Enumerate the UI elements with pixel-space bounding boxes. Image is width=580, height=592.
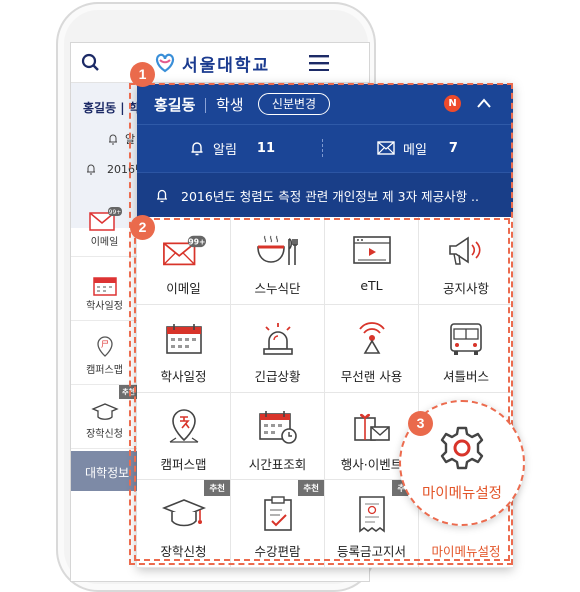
svg-text:99+: 99+ [108,209,121,216]
menu-item-label: 마이메뉴설정 [431,544,501,560]
mail-icon: 99+ [88,207,122,231]
list-item[interactable]: 尸 캠퍼스맵 [71,321,139,385]
menu-item-label: 장학신청 [160,544,207,560]
gear-icon [440,426,484,469]
map-pin-icon: 尸 [96,336,113,357]
notice-banner[interactable]: 2016년도 청렴도 측정 관련 개인정보 제 3자 제공사항 .. [137,172,513,217]
menu-item-label: 이메일 [166,281,201,296]
gift-mail-icon [353,413,390,441]
checklist-icon [263,496,292,532]
mail-button[interactable]: 메일 7 [377,136,458,160]
menu-item-tuition-bill[interactable]: 추천 등록금고지서 [325,480,419,568]
notice-text: 2016년도 청렴도 측정 관련 개인정보 제 3자 제공사항 .. [181,188,479,204]
mail-label: 메일 [403,142,427,158]
list-item[interactable]: 학사일정 [71,257,139,321]
list-item[interactable]: 추천 장학신청 [71,385,139,449]
chevron-up-icon[interactable] [476,96,492,110]
user-name-faded: 홍길동 | 학 [83,101,140,115]
zoom-callout-label: 마이메뉴설정 [421,485,503,502]
bus-icon [450,322,482,355]
recommend-tag: 추천 [119,385,138,399]
receipt-icon [358,496,385,533]
menu-item-label: 공지사항 [442,281,489,296]
alerts-button[interactable]: 알림 11 [189,136,275,160]
alerts-label: 알림 [213,142,237,158]
user-header: 홍길동 학생 신분변경 N 알림 11 메일 7 2016년도 청렴도 측정 관… [137,84,513,217]
menu-item-label: 셔틀버스 [442,368,489,384]
menu-item-emergency[interactable]: 긴급상황 [231,304,325,393]
step-badge-1: 1 [130,62,155,87]
menu-item-timetable[interactable]: 시간표조회 [231,392,325,481]
menu-item-notice[interactable]: 공지사항 [419,217,513,305]
menu-item-label: 등록금고지서 [336,544,406,560]
search-icon[interactable] [81,53,101,73]
bell-icon [157,189,167,202]
logo-text: 서울대학교 [182,55,271,76]
alerts-count: 11 [256,140,276,156]
menu-item-shuttle-bus[interactable]: 셔틀버스 [419,304,513,393]
stat-divider [322,139,323,157]
new-badge: N [444,95,461,112]
video-player-icon [352,236,391,264]
step-badge-2: 2 [130,215,155,240]
envelope-icon [377,141,395,155]
hamburger-menu-icon[interactable] [309,55,329,71]
alert-row-faded: 알 [107,131,135,147]
menu-item-label: 수강편람 [254,544,301,560]
menu-item-course-guide[interactable]: 추천 수강편람 [231,480,325,568]
menu-item-label: 스누식단 [254,281,301,296]
change-identity-button[interactable]: 신분변경 [258,93,330,115]
recommend-tag: 추천 [204,480,230,497]
step-badge-3: 3 [408,411,433,436]
menu-item-etl[interactable]: eTL [325,217,419,305]
siren-icon [262,322,293,355]
bell-icon [109,134,117,145]
menu-item-label: 무선랜 사용 [340,368,403,384]
menu-item-label: eTL [360,278,383,293]
graduation-cap-icon [90,403,119,420]
user-name: 홍길동 [154,96,196,114]
megaphone-icon [449,236,481,265]
dining-icon [256,235,298,265]
graduation-cap-icon [161,499,206,527]
mail-count: 7 [448,140,458,156]
menu-item-label: 학사일정 [160,368,207,384]
svg-text:99+: 99+ [188,237,205,246]
bell-icon [191,141,203,155]
recommend-tag: 추천 [298,480,324,497]
user-role: 학생 [216,96,244,114]
university-logo: 서울대학교 [153,49,270,77]
timetable-icon [258,410,297,444]
menu-item-dining[interactable]: 스누식단 [231,217,325,305]
list-item[interactable]: 99+ 이메일 [71,193,139,257]
menu-item-label: 캠퍼스맵 [160,456,207,472]
calendar-icon [92,277,117,296]
map-pin-icon [169,408,198,443]
menu-item-scholarship[interactable]: 추천 장학신청 [137,480,231,568]
calendar-icon [165,323,202,354]
svg-text:尸: 尸 [101,340,109,349]
header-divider [205,98,206,113]
menu-item-label: 긴급상황 [254,368,301,384]
menu-item-campus-map[interactable]: 캠퍼스맵 [137,392,231,481]
bell-icon [87,164,95,175]
menu-item-label: 행사·이벤트 [340,456,403,472]
mail-icon: 99+ [162,235,206,266]
menu-item-academic-calendar[interactable]: 학사일정 [137,304,231,393]
wifi-signal-icon [358,321,385,354]
menu-item-wifi[interactable]: 무선랜 사용 [325,304,419,393]
header-rule [137,124,513,125]
menu-item-label: 시간표조회 [248,456,307,472]
logo-mark-icon [155,53,175,73]
